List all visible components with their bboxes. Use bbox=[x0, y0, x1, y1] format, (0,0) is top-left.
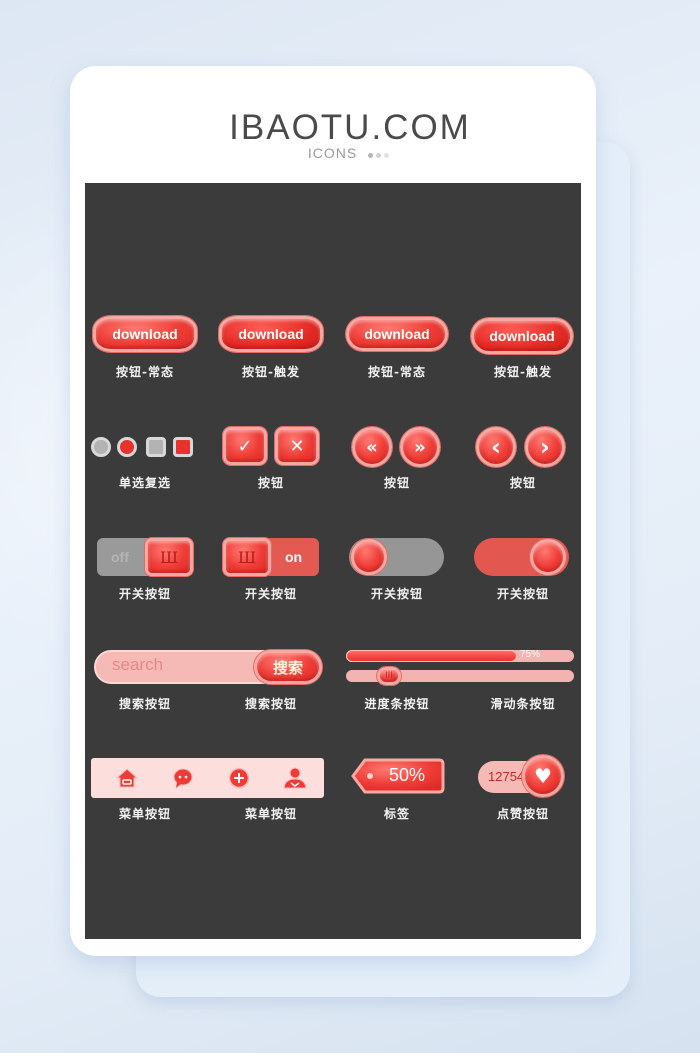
radio-checked[interactable] bbox=[117, 437, 137, 457]
caption: 标签 bbox=[383, 807, 410, 821]
home-icon bbox=[116, 768, 138, 788]
fast-forward-button[interactable]: » bbox=[400, 427, 440, 467]
pill-toggle-on[interactable] bbox=[474, 538, 569, 576]
download-button-active[interactable]: download bbox=[219, 316, 323, 352]
download-button-normal[interactable]: download bbox=[93, 316, 197, 352]
caption: 搜索按钮 bbox=[244, 697, 297, 711]
heart-icon: ♥ bbox=[534, 764, 552, 788]
toggle-knob[interactable] bbox=[351, 539, 387, 575]
caption: 按钮 bbox=[509, 476, 536, 490]
dot-icon bbox=[376, 153, 382, 159]
confirm-button[interactable]: ✓ bbox=[223, 427, 267, 465]
search-placeholder: search bbox=[112, 655, 164, 674]
double-chevron-right-icon: » bbox=[414, 436, 426, 458]
like-count: 12754 bbox=[488, 769, 525, 784]
slider-track[interactable]: III bbox=[346, 667, 574, 685]
caption: 开关按钮 bbox=[496, 587, 549, 601]
caption: 菜单按钮 bbox=[118, 807, 171, 821]
cancel-button[interactable]: ✕ bbox=[275, 427, 319, 465]
caption: 滑动条按钮 bbox=[490, 697, 556, 711]
toggle-knob[interactable]: Ш bbox=[145, 538, 193, 576]
menu-bar bbox=[91, 758, 324, 798]
caption: 单选复选 bbox=[118, 476, 171, 490]
double-chevron-left-icon: « bbox=[366, 436, 378, 458]
search-button-text: 搜索 bbox=[272, 658, 303, 677]
like-widget: 12754 ♥ bbox=[478, 755, 564, 797]
caption: 按钮 bbox=[383, 476, 410, 490]
user-icon bbox=[283, 767, 307, 789]
grip-icon: III bbox=[385, 671, 393, 681]
caption: 按钮-常态 bbox=[116, 365, 174, 379]
search-button[interactable]: 搜索 bbox=[254, 650, 322, 684]
grip-icon: Ш bbox=[237, 547, 257, 567]
menu-item-home[interactable] bbox=[115, 766, 139, 790]
caption: 开关按钮 bbox=[244, 587, 297, 601]
caption: 菜单按钮 bbox=[244, 807, 297, 821]
check-icon: ✓ bbox=[237, 435, 253, 457]
caption: 开关按钮 bbox=[118, 587, 171, 601]
menu-item-chat[interactable] bbox=[171, 766, 195, 790]
previous-button[interactable]: ‹ bbox=[476, 427, 516, 467]
next-button[interactable]: › bbox=[525, 427, 565, 467]
caption: 进度条按钮 bbox=[364, 697, 430, 711]
download-button-text: download bbox=[238, 326, 304, 342]
toggle-switch-on[interactable]: Ш on bbox=[223, 538, 319, 576]
tag-text: 50% bbox=[389, 765, 426, 785]
like-button[interactable]: ♥ bbox=[522, 755, 564, 797]
progress-fill bbox=[346, 650, 517, 662]
caption: 按钮-常态 bbox=[368, 365, 426, 379]
download-button-text: download bbox=[364, 326, 430, 342]
toggle-on-text: on bbox=[285, 549, 303, 565]
toggle-knob[interactable]: Ш bbox=[223, 538, 271, 576]
showcase-panel: download 按钮-常态 download 按钮-触发 download 按… bbox=[85, 183, 581, 939]
brand-title: IBAOTU.COM bbox=[229, 108, 471, 147]
caption: 按钮-触发 bbox=[242, 365, 300, 379]
toggle-knob[interactable] bbox=[530, 539, 566, 575]
radio-unchecked[interactable] bbox=[91, 437, 111, 457]
progress-bar: 75% bbox=[346, 649, 574, 662]
chevron-right-icon: › bbox=[540, 433, 550, 461]
menu-item-add[interactable] bbox=[227, 766, 251, 790]
download-button-text: download bbox=[112, 326, 178, 342]
download-pill-button-active[interactable]: download bbox=[471, 318, 573, 354]
caption: 开关按钮 bbox=[370, 587, 423, 601]
download-button-text: download bbox=[489, 328, 555, 344]
caption: 按钮 bbox=[257, 476, 284, 490]
slider-thumb[interactable]: III bbox=[377, 667, 401, 685]
chat-icon bbox=[173, 768, 193, 788]
dot-icon bbox=[368, 153, 374, 159]
checkbox-checked[interactable] bbox=[173, 437, 193, 457]
rewind-button[interactable]: « bbox=[352, 427, 392, 467]
toggle-off-text: off bbox=[111, 549, 129, 565]
download-pill-button-normal[interactable]: download bbox=[346, 317, 448, 351]
dot-icon bbox=[384, 153, 390, 159]
subtitle: ICONS bbox=[0, 145, 700, 162]
grip-icon: Ш bbox=[159, 547, 179, 567]
search-input[interactable]: search 搜索 bbox=[94, 650, 322, 684]
chevron-left-icon: ‹ bbox=[491, 433, 501, 461]
subtitle-text: ICONS bbox=[307, 145, 358, 161]
progress-label: 75% bbox=[520, 649, 541, 660]
checkbox-unchecked[interactable] bbox=[146, 437, 166, 457]
toggle-switch-off[interactable]: off Ш bbox=[97, 538, 193, 576]
close-icon: ✕ bbox=[289, 435, 305, 457]
caption: 按钮-触发 bbox=[494, 365, 552, 379]
caption: 搜索按钮 bbox=[118, 697, 171, 711]
pill-toggle-off[interactable] bbox=[349, 538, 444, 576]
menu-item-user[interactable] bbox=[283, 766, 307, 790]
add-icon bbox=[228, 767, 250, 789]
caption: 点赞按钮 bbox=[496, 807, 549, 821]
subtitle-dots bbox=[368, 146, 392, 162]
